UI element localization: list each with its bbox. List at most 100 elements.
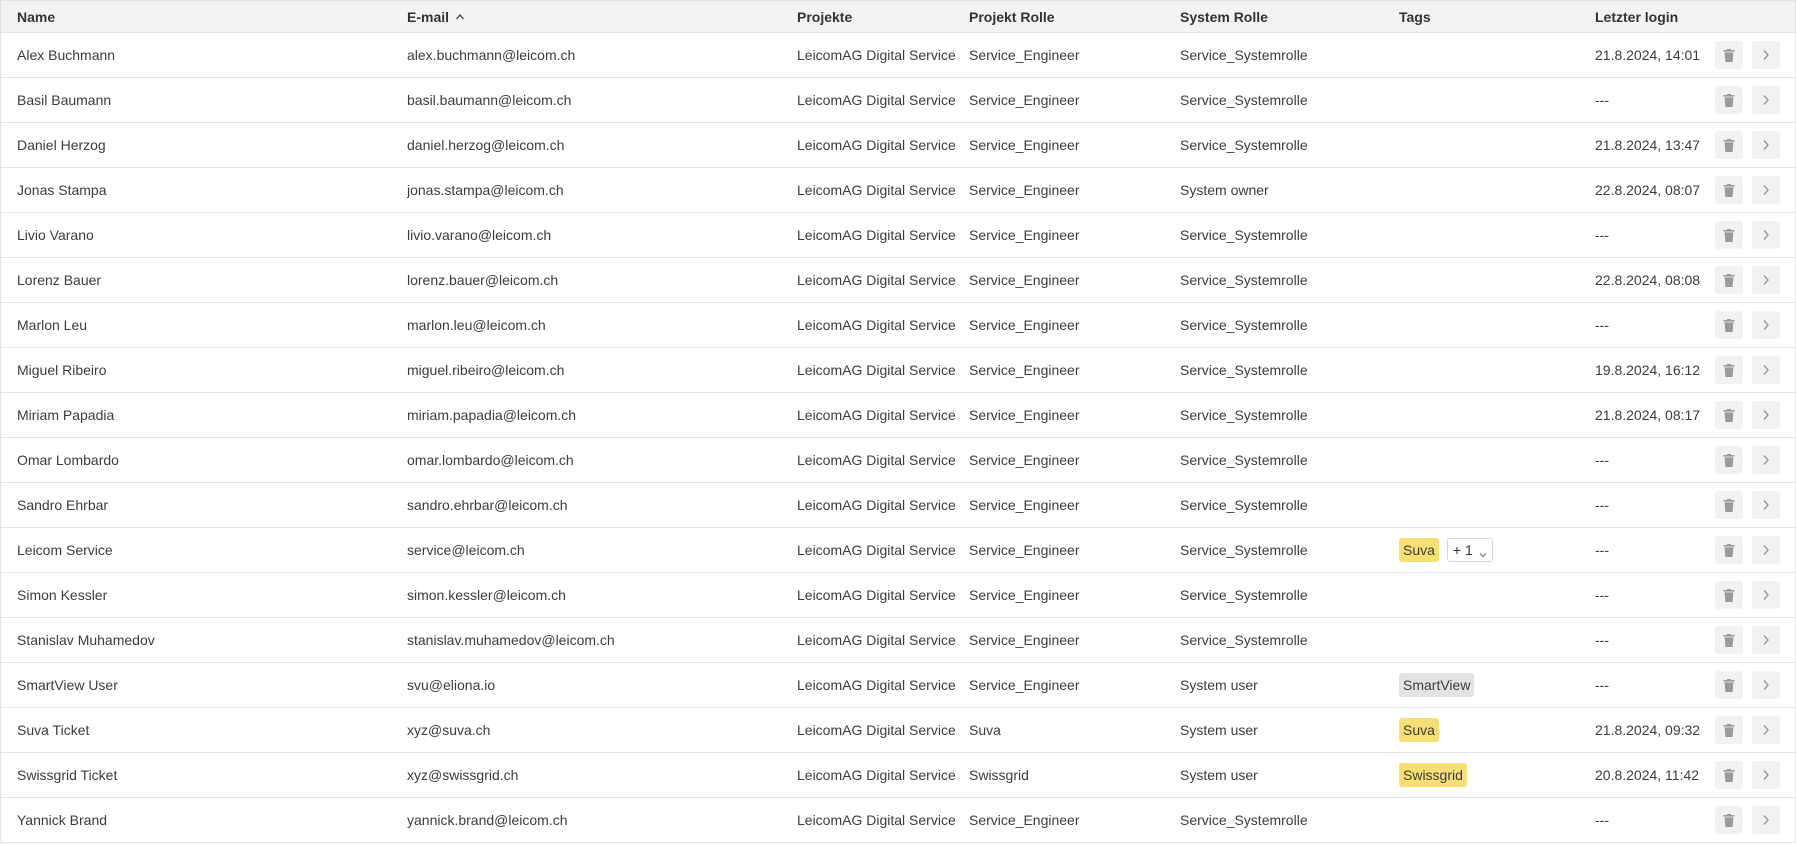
open-details-button[interactable] <box>1752 311 1780 339</box>
table-row[interactable]: Stanislav Muhamedov stanislav.muhamedov@l… <box>0 618 1796 663</box>
delete-button[interactable] <box>1715 356 1743 384</box>
column-header-system-role[interactable]: System Rolle <box>1180 1 1390 32</box>
delete-button[interactable] <box>1715 671 1743 699</box>
chevron-right-icon <box>1762 319 1770 331</box>
open-details-button[interactable] <box>1752 266 1780 294</box>
table-row[interactable]: Suva Ticket xyz@suva.ch LeicomAG Digital S… <box>0 708 1796 753</box>
table-row[interactable]: Miriam Papadia miriam.papadia@leicom.ch Le… <box>0 393 1796 438</box>
delete-button[interactable] <box>1715 311 1743 339</box>
delete-button[interactable] <box>1715 716 1743 744</box>
table-row[interactable]: Basil Baumann basil.baumann@leicom.ch Leic… <box>0 78 1796 123</box>
open-details-button[interactable] <box>1752 491 1780 519</box>
open-details-button[interactable] <box>1752 176 1780 204</box>
open-details-button[interactable] <box>1752 671 1780 699</box>
user-project-cell: LeicomAG Digital Service <box>797 798 967 842</box>
delete-button[interactable] <box>1715 446 1743 474</box>
column-header-name[interactable]: Name <box>17 1 397 32</box>
delete-button[interactable] <box>1715 581 1743 609</box>
user-email: livio.varano@leicom.ch <box>407 227 552 243</box>
delete-button[interactable] <box>1715 806 1743 834</box>
table-row[interactable]: SmartView User svu@eliona.io LeicomAG Digi… <box>0 663 1796 708</box>
user-project-cell: LeicomAG Digital Service <box>797 393 967 437</box>
user-email: yannick.brand@leicom.ch <box>407 812 568 828</box>
chevron-right-icon <box>1762 274 1770 286</box>
column-header-email[interactable]: E-mail <box>407 1 787 32</box>
open-details-button[interactable] <box>1752 401 1780 429</box>
user-project: LeicomAG Digital Service <box>797 47 956 63</box>
open-details-button[interactable] <box>1752 806 1780 834</box>
user-project-cell: LeicomAG Digital Service <box>797 258 967 302</box>
open-details-button[interactable] <box>1752 356 1780 384</box>
table-row[interactable]: Daniel Herzog daniel.herzog@leicom.ch Leic… <box>0 123 1796 168</box>
open-details-button[interactable] <box>1752 86 1780 114</box>
table-row[interactable]: Miguel Ribeiro miguel.ribeiro@leicom.ch Le… <box>0 348 1796 393</box>
column-header-last-login[interactable]: Letzter login <box>1595 1 1705 32</box>
user-name-cell: Sandro Ehrbar <box>17 483 397 527</box>
row-actions <box>1715 258 1790 302</box>
open-details-button[interactable] <box>1752 131 1780 159</box>
open-details-button[interactable] <box>1752 761 1780 789</box>
table-row[interactable]: Sandro Ehrbar sandro.ehrbar@leicom.ch Leic… <box>0 483 1796 528</box>
row-actions <box>1715 528 1790 572</box>
row-actions <box>1715 393 1790 437</box>
user-project-role: Service_Engineer <box>969 587 1080 603</box>
user-name-cell: Omar Lombardo <box>17 438 397 482</box>
user-project-role: Service_Engineer <box>969 272 1080 288</box>
tag-badge: Suva <box>1399 538 1439 562</box>
open-details-button[interactable] <box>1752 221 1780 249</box>
sort-ascending-icon[interactable] <box>455 12 465 22</box>
row-actions <box>1715 78 1790 122</box>
table-row[interactable]: Jonas Stampa jonas.stampa@leicom.ch Leicom… <box>0 168 1796 213</box>
open-details-button[interactable] <box>1752 581 1780 609</box>
delete-button[interactable] <box>1715 131 1743 159</box>
column-header-tags[interactable]: Tags <box>1399 1 1589 32</box>
delete-button[interactable] <box>1715 536 1743 564</box>
user-name: Alex Buchmann <box>17 47 116 63</box>
delete-button[interactable] <box>1715 41 1743 69</box>
delete-button[interactable] <box>1715 86 1743 114</box>
column-header-projects[interactable]: Projekte <box>797 1 967 32</box>
open-details-button[interactable] <box>1752 446 1780 474</box>
trash-icon <box>1723 93 1735 107</box>
delete-button[interactable] <box>1715 266 1743 294</box>
open-details-button[interactable] <box>1752 626 1780 654</box>
delete-button[interactable] <box>1715 491 1743 519</box>
column-header-project-role[interactable]: Projekt Rolle <box>969 1 1169 32</box>
table-row[interactable]: Yannick Brand yannick.brand@leicom.ch Leic… <box>0 798 1796 843</box>
table-row[interactable]: Simon Kessler simon.kessler@leicom.ch Leic… <box>0 573 1796 618</box>
user-system-role: Service_Systemrolle <box>1180 137 1308 153</box>
delete-button[interactable] <box>1715 626 1743 654</box>
table-row[interactable]: Leicom Service service@leicom.ch LeicomAG … <box>0 528 1796 573</box>
table-row[interactable]: Swissgrid Ticket xyz@swissgrid.ch LeicomAG… <box>0 753 1796 798</box>
delete-button[interactable] <box>1715 221 1743 249</box>
user-last-login-cell: --- <box>1595 798 1705 842</box>
table-row[interactable]: Alex Buchmann alex.buchmann@leicom.ch Leic… <box>0 33 1796 78</box>
user-email-cell: omar.lombardo@leicom.ch <box>407 438 787 482</box>
user-name-cell: Miriam Papadia <box>17 393 397 437</box>
user-name-cell: Swissgrid Ticket <box>17 753 397 797</box>
open-details-button[interactable] <box>1752 41 1780 69</box>
table-row[interactable]: Marlon Leu marlon.leu@leicom.ch LeicomAG D… <box>0 303 1796 348</box>
delete-button[interactable] <box>1715 176 1743 204</box>
more-tags-dropdown[interactable]: + 1 <box>1446 538 1493 562</box>
open-details-button[interactable] <box>1752 536 1780 564</box>
delete-button[interactable] <box>1715 761 1743 789</box>
user-project: LeicomAG Digital Service <box>797 767 956 783</box>
delete-button[interactable] <box>1715 401 1743 429</box>
table-row[interactable]: Lorenz Bauer lorenz.bauer@leicom.ch Leicom… <box>0 258 1796 303</box>
user-last-login-cell: --- <box>1595 213 1705 257</box>
trash-icon <box>1723 363 1735 377</box>
more-tags-count: + 1 <box>1452 542 1473 558</box>
open-details-button[interactable] <box>1752 716 1780 744</box>
table-row[interactable]: Omar Lombardo omar.lombardo@leicom.ch Leic… <box>0 438 1796 483</box>
user-system-role-cell: Service_Systemrolle <box>1180 618 1390 662</box>
row-actions <box>1715 708 1790 752</box>
row-actions <box>1715 303 1790 347</box>
user-name-cell: Daniel Herzog <box>17 123 397 167</box>
chevron-right-icon <box>1762 184 1770 196</box>
user-name-cell: Miguel Ribeiro <box>17 348 397 392</box>
user-project-cell: LeicomAG Digital Service <box>797 573 967 617</box>
user-project-cell: LeicomAG Digital Service <box>797 528 967 572</box>
table-row[interactable]: Livio Varano livio.varano@leicom.ch Leicom… <box>0 213 1796 258</box>
user-name-cell: Basil Baumann <box>17 78 397 122</box>
